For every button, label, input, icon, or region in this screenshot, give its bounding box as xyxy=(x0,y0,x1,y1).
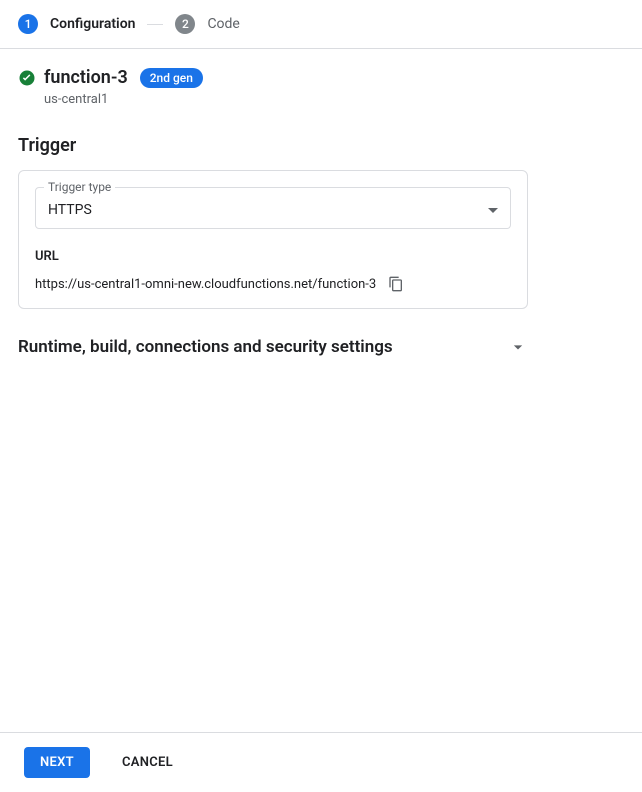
runtime-settings-title: Runtime, build, connections and security… xyxy=(18,337,393,357)
trigger-card: Trigger type HTTPS URL https://us-centra… xyxy=(18,170,528,309)
stepper: 1 Configuration 2 Code xyxy=(0,0,642,48)
url-value: https://us-central1-omni-new.cloudfuncti… xyxy=(35,277,376,292)
footer: Next Cancel xyxy=(0,732,642,792)
function-header: function-3 2nd gen xyxy=(18,67,624,88)
step-2-circle[interactable]: 2 xyxy=(175,14,195,34)
function-name: function-3 xyxy=(44,67,128,88)
url-row: https://us-central1-omni-new.cloudfuncti… xyxy=(35,276,511,292)
check-circle-icon xyxy=(18,69,36,87)
trigger-type-label: Trigger type xyxy=(44,180,115,194)
url-label: URL xyxy=(35,249,511,264)
next-button[interactable]: Next xyxy=(24,747,90,778)
dropdown-arrow-icon xyxy=(488,208,498,213)
step-2-label[interactable]: Code xyxy=(207,16,239,32)
trigger-type-select[interactable]: Trigger type HTTPS xyxy=(35,187,511,229)
cancel-button[interactable]: Cancel xyxy=(106,747,189,778)
content: function-3 2nd gen us-central1 Trigger T… xyxy=(0,49,642,732)
trigger-section-title: Trigger xyxy=(18,135,624,156)
step-1-circle[interactable]: 1 xyxy=(18,14,38,34)
copy-icon[interactable] xyxy=(388,276,404,292)
function-region: us-central1 xyxy=(44,92,624,107)
generation-badge: 2nd gen xyxy=(140,68,203,88)
chevron-down-icon xyxy=(508,337,528,357)
step-1-num: 1 xyxy=(25,17,32,31)
runtime-settings-expander[interactable]: Runtime, build, connections and security… xyxy=(18,337,528,357)
step-1-label[interactable]: Configuration xyxy=(50,16,135,32)
trigger-type-value: HTTPS xyxy=(48,202,92,218)
step-2-num: 2 xyxy=(182,17,189,31)
step-divider xyxy=(147,24,163,25)
